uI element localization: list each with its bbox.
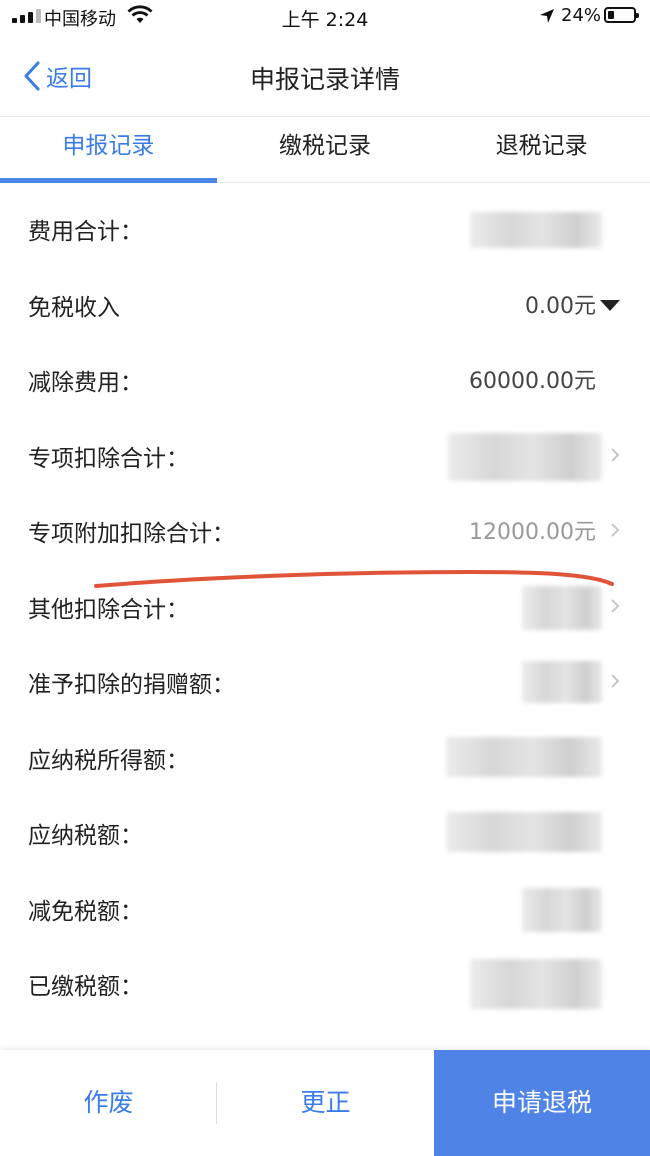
row-label: 应纳税所得额： xyxy=(28,747,189,774)
row-value: 60000.00元 xyxy=(469,369,596,394)
tab-bar: 申报记录 缴税记录 退税记录 xyxy=(0,117,650,183)
row-label: 减除费用： xyxy=(28,370,143,396)
location-arrow-icon xyxy=(540,9,554,23)
row-label: 准予扣除的捐赠额： xyxy=(28,672,235,698)
row-tax-free-income[interactable]: 免税收入 0.00元 xyxy=(0,266,650,342)
chevron-right-icon xyxy=(611,447,620,462)
row-tax-paid: 已缴税额： xyxy=(0,945,650,1021)
tab-refund-records[interactable]: 退税记录 xyxy=(433,117,650,182)
red-underline-annotation xyxy=(94,569,614,588)
bottom-action-bar: 作废 更正 申请退税 xyxy=(0,1050,650,1156)
redacted-value xyxy=(470,212,602,248)
row-deductible-donations[interactable]: 准予扣除的捐赠额： xyxy=(0,643,650,719)
row-taxable-income: 应纳税所得额： xyxy=(0,719,650,795)
redacted-value xyxy=(448,432,602,481)
tab-declaration-records[interactable]: 申报记录 xyxy=(0,117,217,183)
row-value: 0.00元 xyxy=(525,293,596,319)
row-label: 免税收入 xyxy=(28,294,120,321)
void-button[interactable]: 作废 xyxy=(0,1050,217,1156)
row-special-additional-deductions[interactable]: 专项附加扣除合计： 12000.00元 xyxy=(0,492,650,568)
tab-payment-records[interactable]: 缴税记录 xyxy=(217,117,434,182)
dropdown-triangle-icon[interactable] xyxy=(600,299,620,311)
chevron-right-icon xyxy=(611,523,620,537)
page-title: 申报记录详情 xyxy=(249,65,400,94)
redacted-value xyxy=(522,887,602,932)
row-label: 应纳税额： xyxy=(28,823,143,849)
row-label: 减免税额： xyxy=(28,898,143,925)
battery-percent: 24% xyxy=(561,5,602,26)
battery-icon xyxy=(604,7,639,23)
row-label: 专项扣除合计： xyxy=(28,445,189,472)
row-tax-payable: 应纳税额： xyxy=(0,794,650,870)
row-label: 专项附加扣除合计： xyxy=(28,521,235,547)
redacted-value xyxy=(522,661,602,703)
chevron-right-icon xyxy=(611,674,620,688)
correct-button[interactable]: 更正 xyxy=(217,1050,434,1156)
row-label: 费用合计： xyxy=(28,219,143,245)
row-value: 12000.00元 xyxy=(469,520,596,545)
redacted-value xyxy=(446,812,602,852)
detail-list: 费用合计： 免税收入 0.00元 减除费用： 60000.00元 专项扣除合计：… xyxy=(0,190,650,1021)
row-deduction-fee: 减除费用： 60000.00元 xyxy=(0,341,650,417)
redacted-value xyxy=(446,736,602,777)
row-total-expenses: 费用合计： xyxy=(0,190,650,266)
row-label: 已缴税额： xyxy=(28,974,143,1000)
row-tax-reduction: 减免税额： xyxy=(0,870,650,946)
row-special-deductions[interactable]: 专项扣除合计： xyxy=(0,417,650,493)
status-bar: 中国移动 上午 2:24 24% xyxy=(0,0,650,34)
navigation-bar: 返回 申报记录详情 xyxy=(0,34,650,117)
apply-refund-button[interactable]: 申请退税 xyxy=(434,1050,650,1156)
redacted-value xyxy=(470,959,602,1009)
